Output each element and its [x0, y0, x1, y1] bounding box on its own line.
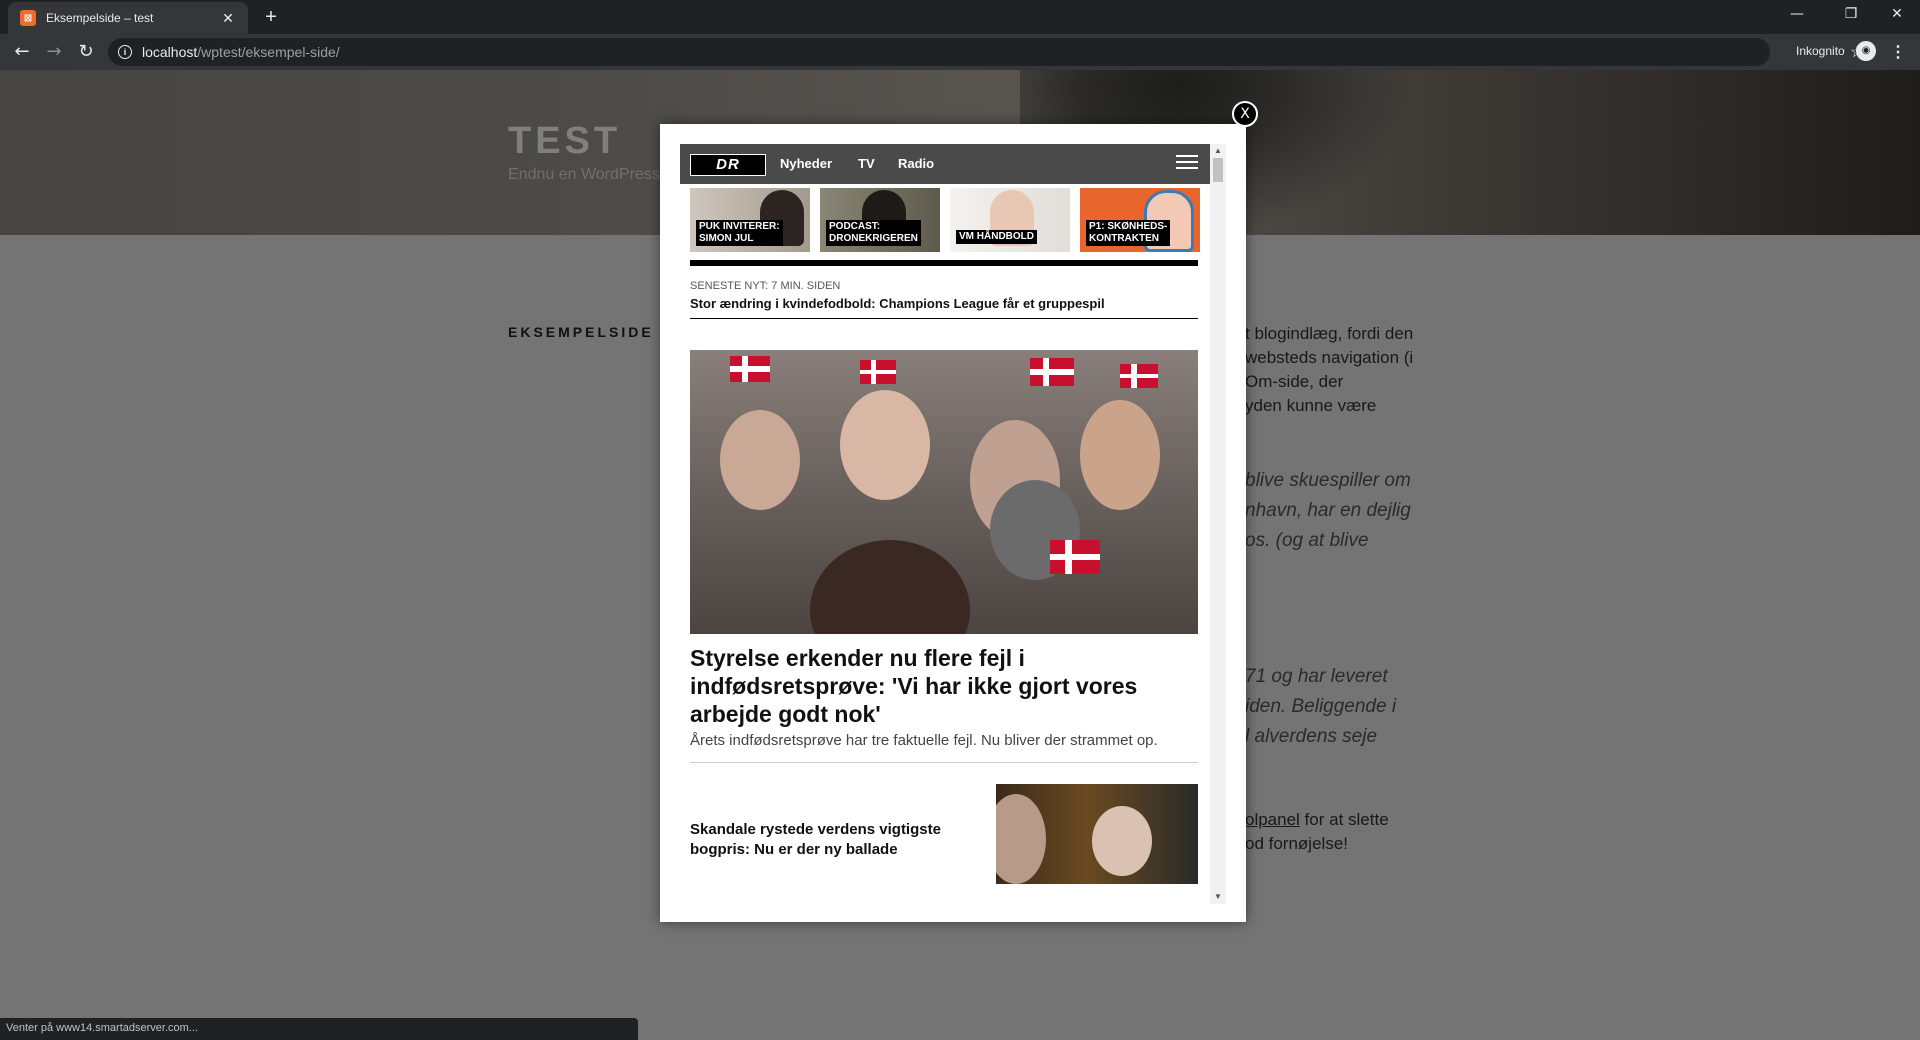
forward-arrow-icon[interactable]: → — [42, 40, 66, 64]
promo-tiles: PUK INVITERER: SIMON JUL PODCAST: DRONEKRI… — [690, 188, 1200, 252]
minimize-button[interactable]: — — [1774, 0, 1820, 30]
tab-strip: ⊠ Eksempelside – test ✕ + — ❐ ✕ — [0, 0, 1920, 34]
address-bar[interactable]: i localhost/wptest/eksempel-side/ ☆ — [108, 38, 1864, 66]
story-divider — [690, 762, 1198, 763]
popup-close-button[interactable]: X — [1232, 101, 1258, 127]
main-story-photo[interactable] — [690, 350, 1198, 634]
incognito-icon[interactable]: ◉ — [1856, 41, 1876, 61]
tile-label: VM HÅNDBOLD — [956, 230, 1037, 244]
dr-header: DR Nyheder TV Radio — [680, 144, 1226, 184]
scroll-thumb[interactable] — [1213, 158, 1223, 182]
back-arrow-icon[interactable]: ← — [10, 40, 34, 64]
tile-label: PUK INVITERER: SIMON JUL — [696, 220, 783, 246]
tab-close-icon[interactable]: ✕ — [218, 10, 238, 27]
nav-nyheder[interactable]: Nyheder — [780, 156, 832, 171]
scroll-down-icon[interactable]: ▼ — [1213, 892, 1223, 902]
reload-icon[interactable]: ↻ — [74, 40, 98, 64]
promo-tile[interactable]: PODCAST: DRONEKRIGEREN — [820, 188, 940, 252]
url-text[interactable]: localhost/wptest/eksempel-side/ — [142, 44, 340, 60]
dr-logo[interactable]: DR — [690, 154, 766, 176]
xampp-favicon-icon: ⊠ — [20, 10, 36, 26]
promo-tile[interactable]: P1: SKØNHEDS- KONTRAKTEN — [1080, 188, 1200, 252]
latest-news-meta: SENESTE NYT: 7 MIN. SIDEN — [690, 280, 841, 292]
browser-menu-icon[interactable]: ⋮ — [1890, 42, 1906, 62]
close-window-button[interactable]: ✕ — [1874, 0, 1920, 30]
dr-embed-frame[interactable]: DR Nyheder TV Radio PUK INVITERER: SIMON … — [680, 144, 1226, 904]
hamburger-menu-icon[interactable] — [1176, 155, 1198, 171]
browser-tab[interactable]: ⊠ Eksempelside – test ✕ — [8, 2, 248, 34]
latest-news-headline[interactable]: Stor ændring i kvindefodbold: Champions … — [690, 296, 1105, 311]
nav-radio[interactable]: Radio — [898, 156, 934, 171]
incognito-label: Inkognito — [1796, 44, 1845, 58]
tile-label: PODCAST: DRONEKRIGEREN — [826, 220, 921, 246]
status-bar: Venter på www14.smartadserver.com... — [0, 1018, 638, 1040]
frame-scrollbar[interactable]: ▲ ▼ — [1210, 144, 1226, 904]
tile-label: P1: SKØNHEDS- KONTRAKTEN — [1086, 220, 1171, 246]
nav-tv[interactable]: TV — [858, 156, 875, 171]
section-rule — [690, 318, 1198, 319]
main-story-summary: Årets indfødsretsprøve har tre faktuelle… — [690, 732, 1158, 749]
scroll-up-icon[interactable]: ▲ — [1213, 146, 1223, 156]
browser-toolbar: ← → ↻ i localhost/wptest/eksempel-side/ … — [0, 34, 1920, 70]
status-text: Venter på www14.smartadserver.com... — [6, 1022, 198, 1034]
url-path: /wptest/eksempel-side/ — [197, 44, 340, 60]
secondary-story-photo[interactable] — [996, 784, 1198, 884]
site-info-icon[interactable]: i — [118, 45, 132, 59]
main-story-headline[interactable]: Styrelse erkender nu flere fejl i indfød… — [690, 644, 1198, 728]
secondary-story-headline[interactable]: Skandale rystede verdens vigtigste bogpr… — [690, 820, 960, 860]
tab-title: Eksempelside – test — [46, 11, 154, 25]
ad-popup: DR Nyheder TV Radio PUK INVITERER: SIMON … — [660, 124, 1246, 922]
section-rule — [690, 260, 1198, 266]
promo-tile[interactable]: PUK INVITERER: SIMON JUL — [690, 188, 810, 252]
restore-button[interactable]: ❐ — [1828, 0, 1874, 30]
promo-tile[interactable]: VM HÅNDBOLD — [950, 188, 1070, 252]
url-host: localhost — [142, 44, 198, 60]
new-tab-button[interactable]: + — [258, 4, 284, 30]
